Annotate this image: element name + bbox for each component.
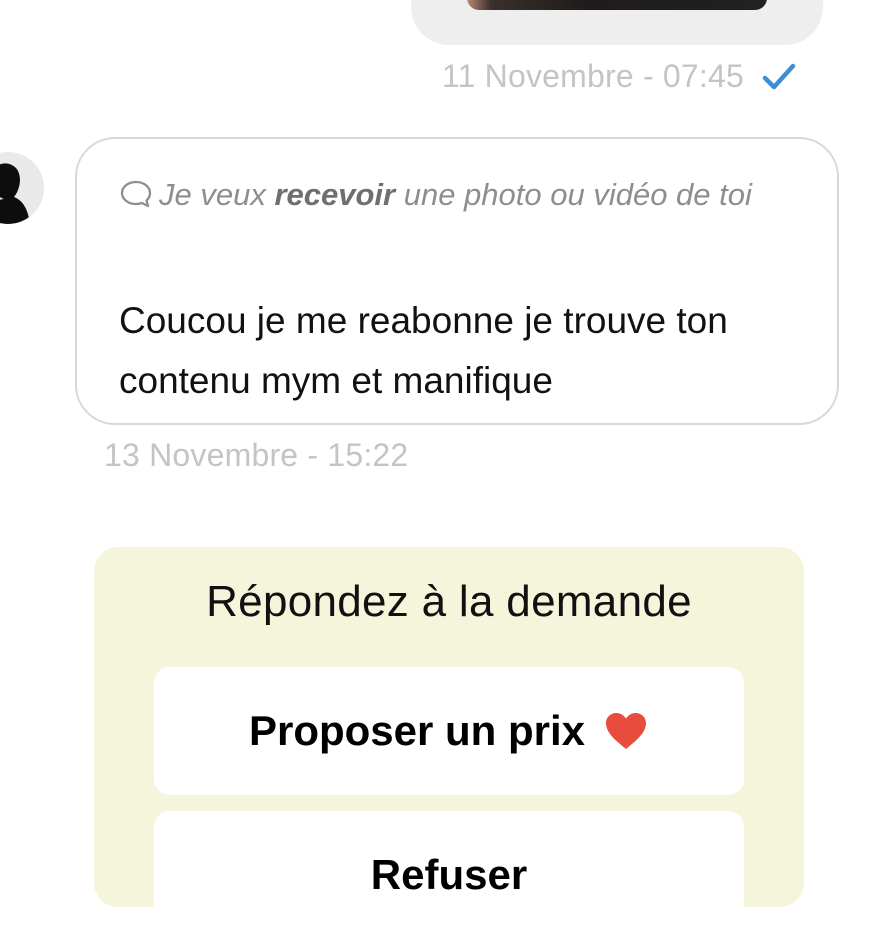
request-action: recevoir — [274, 177, 396, 212]
user-silhouette-icon — [0, 163, 30, 224]
heart-icon — [606, 713, 647, 749]
sent-message-timestamp: 11 Novembre - 07:45 — [441, 58, 744, 94]
request-prefix: Je veux — [159, 177, 275, 212]
refuse-button[interactable]: Refuser — [154, 811, 744, 939]
request-type-line: Je veux recevoir une photo ou vidéo de t… — [119, 165, 799, 225]
user-avatar[interactable] — [0, 152, 44, 224]
request-reply-panel: Répondez à la demande Proposer un prix R… — [94, 547, 804, 939]
check-icon — [762, 63, 796, 89]
sent-media-bubble[interactable] — [411, 0, 823, 45]
received-message-timestamp: 13 Novembre - 15:22 — [104, 437, 409, 473]
propose-price-button[interactable]: Proposer un prix — [154, 667, 744, 795]
speech-bubble-icon — [120, 180, 152, 208]
request-suffix: une photo ou vidéo de toi — [395, 177, 752, 212]
sent-message-status-row: 11 Novembre - 07:45 — [442, 58, 796, 95]
received-message-text: Coucou je me reabonne je trouve ton cont… — [119, 300, 728, 401]
refuse-label: Refuser — [370, 851, 528, 898]
reply-panel-title: Répondez à la demande — [206, 577, 692, 626]
sent-media-preview[interactable] — [467, 0, 767, 10]
received-request-bubble[interactable]: Je veux recevoir une photo ou vidéo de t… — [75, 137, 839, 425]
propose-price-label: Proposer un prix — [248, 707, 586, 754]
